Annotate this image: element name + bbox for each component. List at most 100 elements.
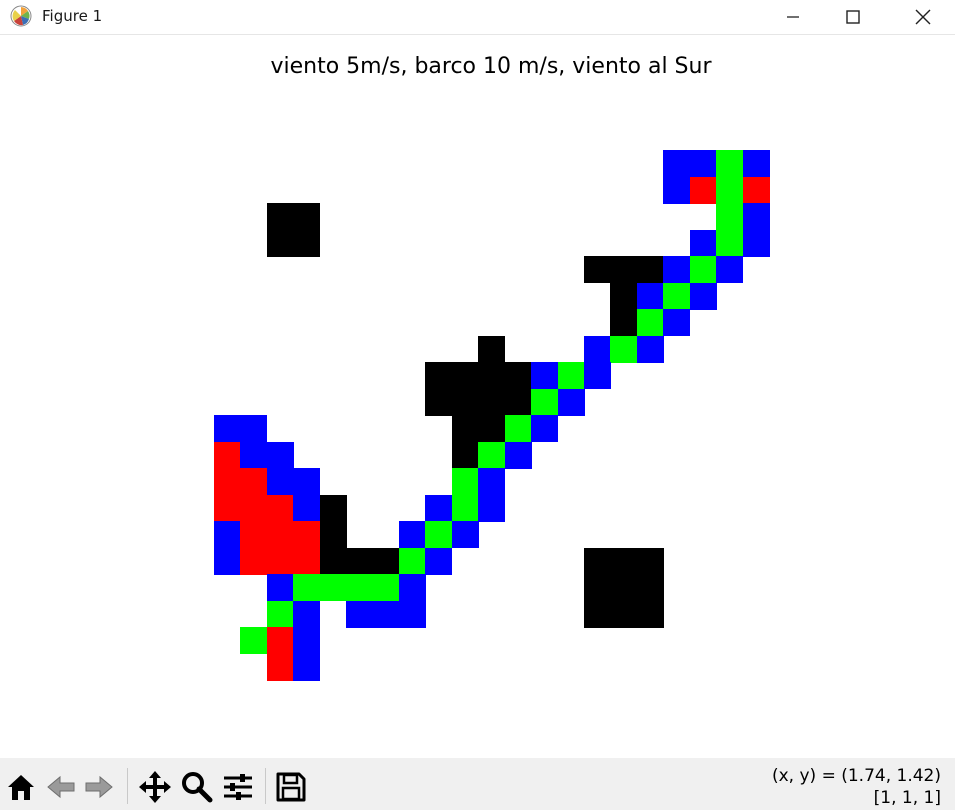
blue-cell	[399, 600, 427, 628]
red-cell	[214, 468, 242, 496]
red-cell	[214, 494, 242, 522]
black-cell	[636, 600, 664, 628]
green-cell	[399, 547, 427, 575]
black-cell	[266, 203, 294, 231]
green-cell	[346, 574, 374, 602]
maximize-button[interactable]	[830, 0, 876, 34]
black-cell	[610, 600, 638, 628]
black-cell	[610, 256, 638, 284]
red-cell	[689, 176, 717, 204]
maximize-icon	[846, 10, 860, 24]
zoom-button[interactable]	[180, 770, 214, 804]
blue-cell	[742, 150, 770, 178]
black-cell	[584, 256, 612, 284]
blue-cell	[531, 362, 559, 390]
green-cell	[689, 256, 717, 284]
home-icon	[8, 775, 34, 800]
blue-cell	[716, 256, 744, 284]
blue-cell	[399, 574, 427, 602]
black-cell	[610, 282, 638, 310]
blue-cell	[636, 282, 664, 310]
red-cell	[266, 547, 294, 575]
image-grid[interactable]	[214, 150, 770, 681]
close-icon	[915, 9, 931, 25]
black-cell	[610, 309, 638, 337]
red-cell	[240, 547, 268, 575]
black-cell	[319, 494, 347, 522]
green-cell	[478, 441, 506, 469]
black-cell	[425, 362, 453, 390]
black-cell	[451, 388, 479, 416]
save-button[interactable]	[274, 770, 308, 804]
cursor-readout: (x, y) = (1.74, 1.42) [1, 1, 1]	[772, 765, 941, 809]
blue-cell	[663, 256, 691, 284]
black-cell	[346, 547, 374, 575]
red-cell	[742, 176, 770, 204]
blue-cell	[584, 362, 612, 390]
home-button[interactable]	[4, 770, 38, 804]
red-cell	[240, 494, 268, 522]
pan-button[interactable]	[138, 770, 172, 804]
blue-cell	[689, 150, 717, 178]
minimize-button[interactable]	[770, 0, 816, 34]
green-cell	[372, 574, 400, 602]
blue-cell	[742, 229, 770, 257]
blue-cell	[531, 415, 559, 443]
green-cell	[557, 362, 585, 390]
blue-cell	[399, 521, 427, 549]
green-cell	[716, 229, 744, 257]
blue-cell	[742, 203, 770, 231]
green-cell	[504, 415, 532, 443]
black-cell	[372, 547, 400, 575]
red-cell	[266, 653, 294, 681]
black-cell	[478, 362, 506, 390]
green-cell	[636, 309, 664, 337]
black-cell	[610, 574, 638, 602]
forward-arrow-icon	[85, 775, 113, 799]
blue-cell	[689, 282, 717, 310]
configure-subplots-button[interactable]	[221, 770, 255, 804]
black-cell	[451, 362, 479, 390]
blue-cell	[240, 441, 268, 469]
blue-cell	[557, 388, 585, 416]
forward-button[interactable]	[82, 770, 116, 804]
blue-cell	[425, 547, 453, 575]
blue-cell	[425, 494, 453, 522]
black-cell	[478, 388, 506, 416]
blue-cell	[214, 415, 242, 443]
blue-cell	[584, 335, 612, 363]
black-cell	[425, 388, 453, 416]
green-cell	[240, 627, 268, 655]
red-cell	[214, 441, 242, 469]
black-cell	[636, 574, 664, 602]
back-button[interactable]	[44, 770, 78, 804]
black-cell	[584, 547, 612, 575]
close-button[interactable]	[900, 0, 946, 34]
toolbar-separator	[265, 768, 266, 804]
navigation-toolbar: (x, y) = (1.74, 1.42) [1, 1, 1]	[0, 758, 955, 810]
blue-cell	[346, 600, 374, 628]
plot-title: viento 5m/s, barco 10 m/s, viento al Sur	[270, 54, 712, 79]
coordinate-text: (x, y) = (1.74, 1.42)	[771, 766, 941, 786]
blue-cell	[293, 468, 321, 496]
red-cell	[266, 627, 294, 655]
black-cell	[451, 415, 479, 443]
blue-cell	[451, 521, 479, 549]
blue-cell	[293, 627, 321, 655]
green-cell	[716, 150, 744, 178]
window-title: Figure 1	[42, 7, 103, 25]
green-cell	[716, 176, 744, 204]
red-cell	[293, 521, 321, 549]
green-cell	[319, 574, 347, 602]
save-floppy-icon	[276, 772, 306, 802]
green-cell	[610, 335, 638, 363]
red-cell	[266, 521, 294, 549]
pan-move-icon	[139, 771, 171, 803]
blue-cell	[478, 468, 506, 496]
black-cell	[504, 362, 532, 390]
blue-cell	[266, 468, 294, 496]
minimize-icon	[787, 16, 799, 18]
green-cell	[451, 494, 479, 522]
black-cell	[584, 600, 612, 628]
black-cell	[319, 547, 347, 575]
